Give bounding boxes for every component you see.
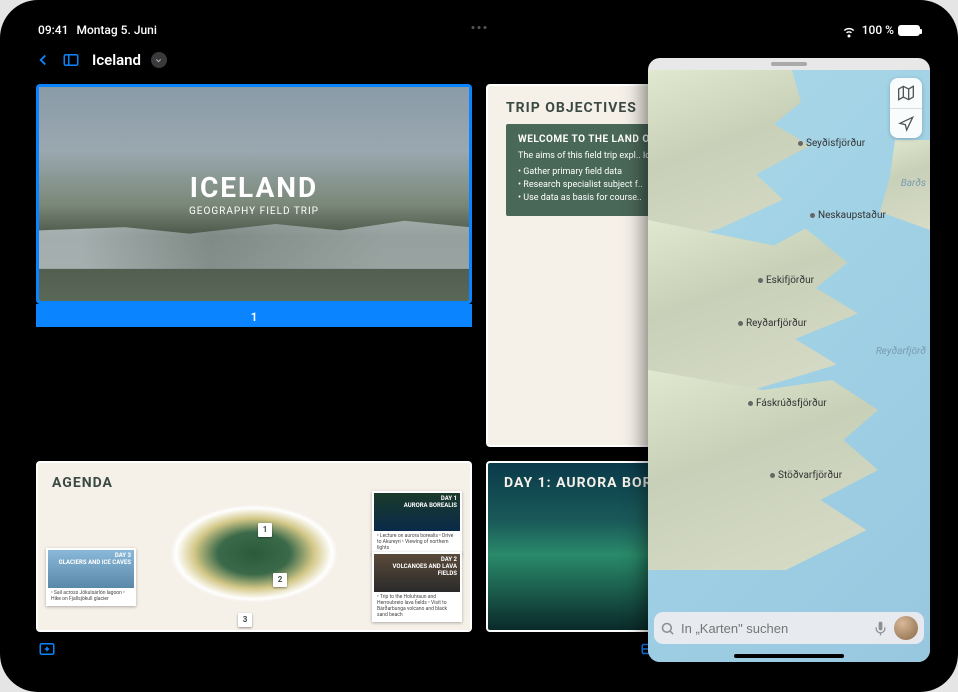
map-marker-3: 3 — [238, 613, 252, 627]
user-avatar[interactable] — [894, 616, 918, 640]
map-land — [648, 220, 858, 390]
map-mode-button[interactable] — [890, 78, 922, 108]
status-bar: 09:41 Montag 5. Juni 100 % — [18, 18, 940, 42]
map-marker-2: 2 — [273, 573, 287, 587]
map-land — [648, 70, 828, 250]
status-time: 09:41 — [38, 23, 68, 37]
map-label-sea-reydar: Reyðarfjörð — [876, 346, 926, 357]
multitask-dots[interactable] — [472, 26, 487, 29]
home-indicator[interactable] — [734, 654, 844, 658]
map-canvas[interactable]: Seyðisfjörður Neskaupstaður Eskifjörður … — [648, 70, 930, 662]
map-search-bar[interactable] — [654, 612, 924, 644]
document-title[interactable]: Iceland — [92, 51, 141, 69]
slideover-handle[interactable] — [771, 62, 807, 66]
microphone-icon[interactable] — [873, 621, 888, 636]
location-arrow-icon — [898, 116, 914, 132]
wifi-icon — [840, 21, 858, 39]
map-label-neskaupstadur[interactable]: Neskaupstaður — [810, 210, 886, 221]
map-label-faskrudsfjordur[interactable]: Fáskrúðsfjörður — [748, 398, 827, 409]
chevron-down-icon[interactable] — [151, 52, 167, 68]
slide-number-badge: 1 — [36, 304, 472, 327]
slide1-subtitle: GEOGRAPHY FIELD TRIP — [189, 206, 319, 217]
agenda-map-graphic — [139, 479, 369, 629]
slide-number: 1 — [251, 310, 258, 324]
map-icon — [898, 85, 914, 101]
map-controls — [890, 78, 922, 138]
maps-slideover[interactable]: Seyðisfjörður Neskaupstaður Eskifjörður … — [648, 58, 930, 662]
slide1-title: ICELAND — [190, 171, 318, 204]
sidebar-icon[interactable] — [62, 51, 80, 69]
add-slide-button[interactable] — [38, 640, 56, 658]
agenda-day3-card: DAY 3GLACIERS AND ICE CAVES • Sail acros… — [46, 548, 136, 606]
plus-square-icon — [38, 640, 56, 658]
agenda-day2-card: DAY 2VOLCANOES AND LAVA FIELDS • Trip to… — [372, 552, 462, 622]
map-label-sea-bards: Barðs — [901, 178, 926, 189]
map-label-stodvarfjordur[interactable]: Stöðvarfjörður — [770, 470, 842, 481]
slide-1[interactable]: ICELAND GEOGRAPHY FIELD TRIP — [36, 84, 472, 304]
battery-percent: 100 % — [862, 23, 894, 37]
back-icon[interactable] — [34, 51, 52, 69]
search-icon — [660, 621, 675, 636]
map-label-eskifjordur[interactable]: Eskifjörður — [758, 275, 814, 286]
map-marker-1: 1 — [258, 523, 272, 537]
status-date: Montag 5. Juni — [76, 23, 156, 37]
slide-3[interactable]: AGENDA DAY 1AURORA BOREALIS • Lecture on… — [36, 461, 472, 633]
map-search-input[interactable] — [681, 621, 867, 636]
map-label-reydarfjordur[interactable]: Reyðarfjörður — [738, 318, 807, 329]
map-label-seydisfjordur[interactable]: Seyðisfjörður — [798, 138, 865, 149]
agenda-day1-card: DAY 1AURORA BOREALIS • Lecture on aurora… — [372, 491, 462, 555]
location-button[interactable] — [890, 108, 922, 138]
battery-icon — [898, 25, 920, 36]
